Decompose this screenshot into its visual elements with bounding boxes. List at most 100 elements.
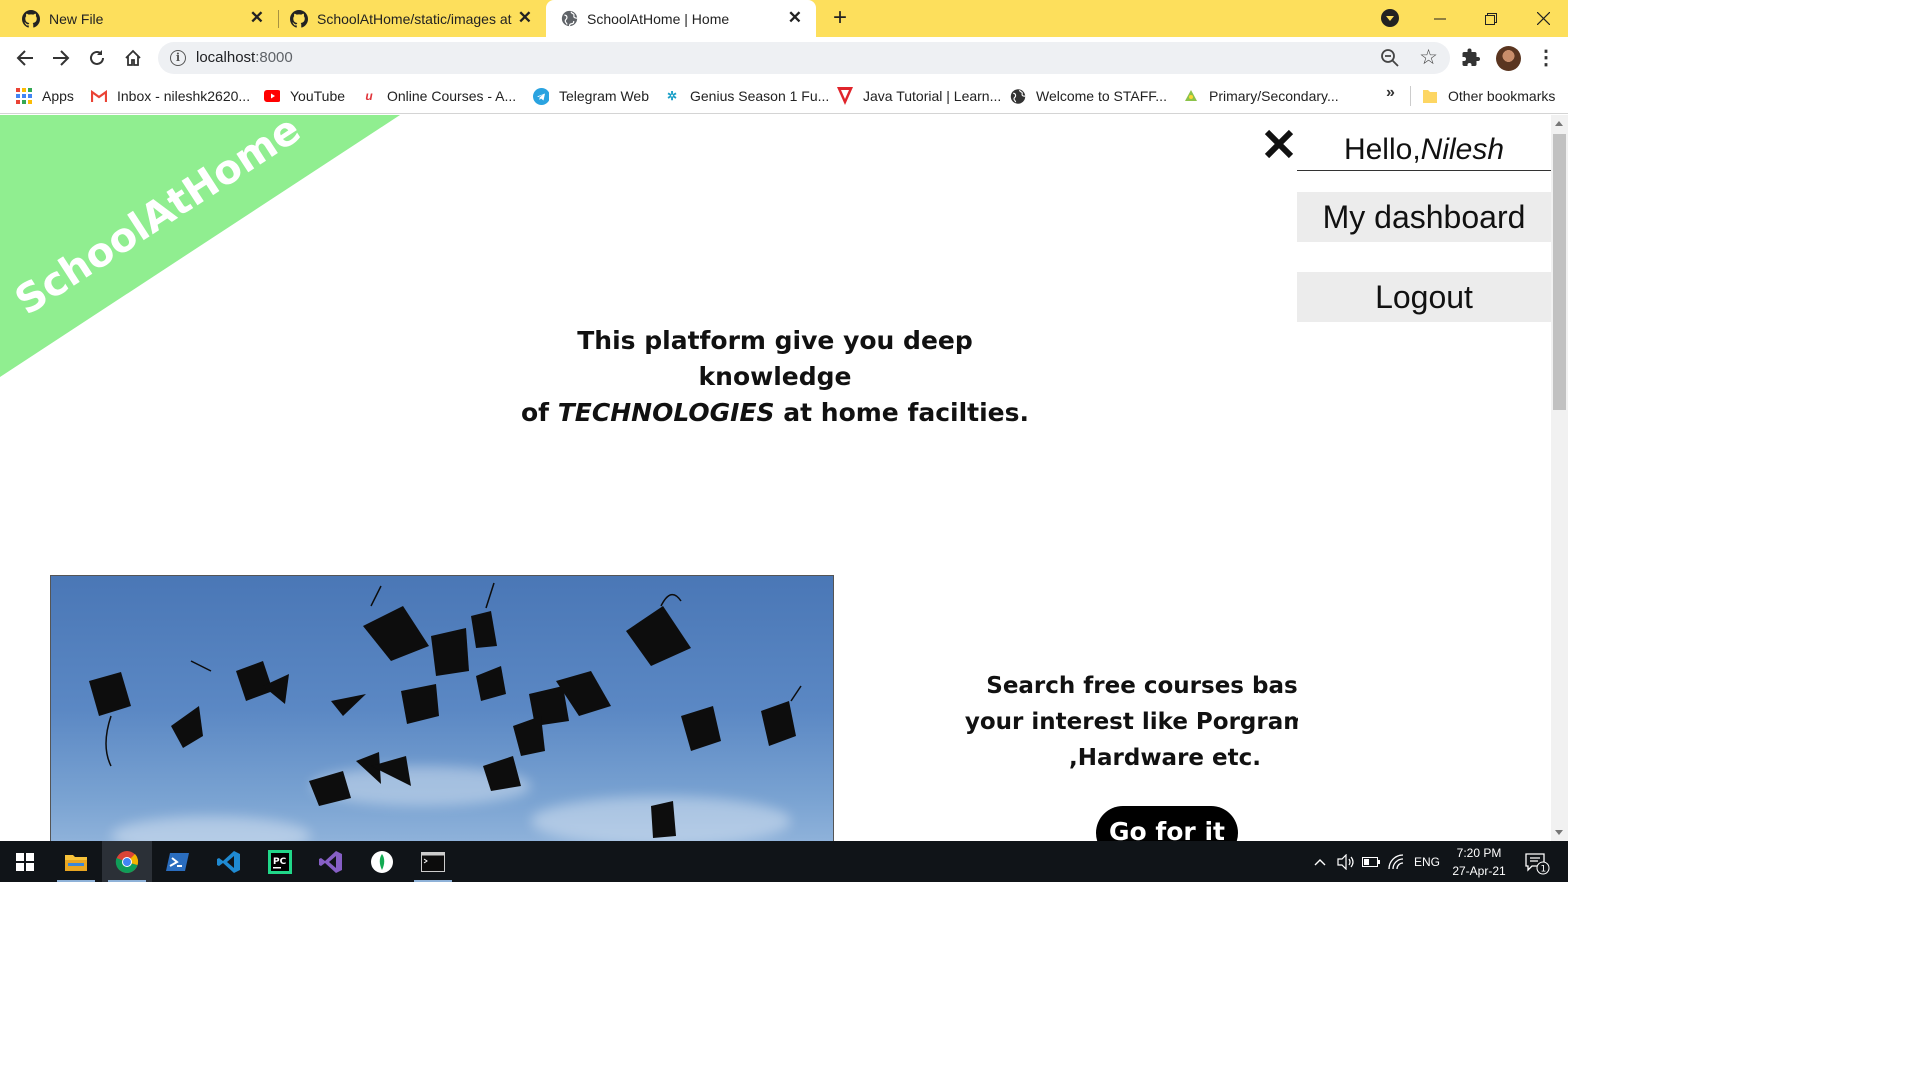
promo-line-2: your interest like Porgrami	[964, 709, 1298, 735]
profile-avatar[interactable]	[1496, 46, 1521, 71]
url-port: :8000	[255, 49, 293, 66]
notification-count: 1	[1541, 864, 1547, 874]
bookmark-online-courses[interactable]: u Online Courses - A...	[361, 85, 516, 107]
language-indicator[interactable]: ENG	[1414, 841, 1440, 882]
scroll-up-arrow-icon[interactable]	[1555, 121, 1563, 126]
tab-close-icon[interactable]: ✕	[788, 9, 802, 27]
bookmark-telegram[interactable]: Telegram Web	[533, 85, 649, 107]
close-menu-icon[interactable]	[1262, 127, 1296, 161]
mongodb-compass-icon[interactable]	[357, 841, 407, 882]
tagline-rest: at home facilties.	[783, 398, 1030, 427]
tab-schoolathome-images[interactable]: SchoolAtHome/static/images at m ✕	[268, 0, 546, 37]
tagline-of: of	[520, 398, 550, 427]
address-bar[interactable]: i localhost:8000 ☆	[158, 42, 1450, 74]
hero-tagline: This platform give you deep knowledge of…	[520, 323, 1030, 431]
volume-icon[interactable]	[1337, 841, 1355, 882]
bookmark-label: Other bookmarks	[1448, 88, 1556, 104]
tab-new-file[interactable]: New File ✕	[0, 0, 278, 37]
minimize-icon[interactable]	[1416, 0, 1464, 37]
notification-center-icon[interactable]: 1	[1524, 841, 1550, 882]
bookmark-icon	[1183, 88, 1199, 104]
bookmark-label: Online Courses - A...	[387, 88, 517, 104]
browser-tab-strip: New File ✕ SchoolAtHome/static/images at…	[0, 0, 1568, 37]
scrollbar-thumb[interactable]	[1553, 134, 1566, 410]
tab-close-icon[interactable]: ✕	[250, 9, 264, 27]
chrome-icon[interactable]	[102, 841, 152, 882]
file-explorer-icon[interactable]	[51, 841, 101, 882]
url-text[interactable]: localhost:8000	[196, 49, 293, 66]
globe-icon	[560, 10, 578, 28]
extensions-icon[interactable]	[1461, 48, 1481, 73]
powershell-icon[interactable]	[153, 841, 203, 882]
more-bookmarks-button[interactable]: »	[1386, 84, 1395, 102]
terminal-icon[interactable]	[408, 841, 458, 882]
bookmark-label: Primary/Secondary...	[1209, 88, 1339, 104]
javatpoint-icon	[837, 87, 853, 105]
tab-close-icon[interactable]: ✕	[518, 9, 532, 27]
show-hidden-icons-icon[interactable]	[1314, 841, 1326, 882]
user-greeting: Hello,Nilesh	[1297, 133, 1551, 171]
close-window-icon[interactable]	[1519, 0, 1567, 37]
bookmark-apps[interactable]: Apps	[16, 85, 74, 107]
brand-ribbon: SchoolAtHome	[0, 115, 400, 377]
tagline-line-1: This platform give you deep knowledge	[577, 326, 973, 391]
go-for-it-button[interactable]: Go for it	[1096, 806, 1238, 841]
windows-start-icon[interactable]	[0, 841, 50, 882]
bookmark-genius[interactable]: ✲ Genius Season 1 Fu...	[664, 85, 829, 107]
bookmark-java-tutorial[interactable]: Java Tutorial | Learn...	[837, 85, 1001, 107]
visual-studio-icon[interactable]	[306, 841, 356, 882]
url-host: localhost	[196, 49, 256, 66]
bookmark-primary-secondary[interactable]: Primary/Secondary...	[1183, 85, 1339, 107]
github-icon	[290, 9, 308, 28]
home-icon[interactable]	[120, 45, 146, 71]
tab-title: New File	[49, 10, 104, 27]
wifi-icon[interactable]	[1388, 841, 1406, 882]
course-search-promo: Search free courses based your interest …	[948, 668, 1298, 778]
bookmark-welcome-staff[interactable]: Welcome to STAFF...	[1010, 85, 1167, 107]
bookmark-star-icon[interactable]: ☆	[1419, 45, 1438, 70]
reload-icon[interactable]	[84, 45, 110, 71]
globe-icon	[1010, 88, 1026, 104]
forward-icon[interactable]	[48, 45, 74, 71]
windows-taskbar: PC ENG 7:20 PM 27-Apr-21 1	[0, 841, 1568, 882]
tagline-emphasis: TECHNOLOGIES	[557, 398, 775, 427]
bookmark-label: YouTube	[290, 88, 346, 104]
tagline-line-2: of TECHNOLOGIES at home facilties.	[520, 395, 1030, 431]
site-info-icon[interactable]: i	[170, 50, 186, 66]
back-icon[interactable]	[12, 45, 38, 71]
battery-icon[interactable]	[1362, 841, 1380, 882]
svg-text:PC: PC	[273, 857, 287, 867]
bookmark-inbox[interactable]: Inbox - nileshk2620...	[91, 85, 250, 107]
browser-toolbar: i localhost:8000 ☆ ⋮	[0, 37, 1568, 79]
bookmarks-divider	[1410, 86, 1411, 106]
clock-time: 7:20 PM	[1456, 846, 1502, 860]
page-scrollbar[interactable]	[1551, 115, 1568, 841]
tab-title: SchoolAtHome/static/images at m	[317, 10, 512, 27]
bookmark-label: Welcome to STAFF...	[1036, 88, 1167, 104]
udemy-icon: u	[365, 89, 373, 103]
tab-search-icon[interactable]	[1381, 9, 1399, 27]
github-icon	[22, 9, 40, 28]
my-dashboard-button[interactable]: My dashboard	[1297, 192, 1551, 242]
vscode-icon[interactable]	[204, 841, 254, 882]
bookmarks-bar: Apps Inbox - nileshk2620... YouTube u On…	[0, 79, 1568, 114]
bookmark-label: Java Tutorial | Learn...	[863, 88, 1002, 104]
bookmark-youtube[interactable]: YouTube	[264, 85, 345, 107]
new-tab-button[interactable]: +	[828, 5, 852, 31]
chrome-menu-icon[interactable]: ⋮	[1536, 45, 1556, 70]
zoom-icon[interactable]	[1380, 48, 1400, 68]
bookmark-other-bookmarks[interactable]: Other bookmarks	[1422, 85, 1555, 107]
system-clock[interactable]: 7:20 PM 27-Apr-21	[1446, 844, 1512, 880]
tab-schoolathome-home[interactable]: SchoolAtHome | Home ✕	[546, 0, 816, 37]
bookmark-label: Genius Season 1 Fu...	[690, 88, 830, 104]
logout-button[interactable]: Logout	[1297, 272, 1551, 322]
genius-icon: ✲	[666, 89, 678, 103]
clock-date: 27-Apr-21	[1452, 864, 1506, 878]
promo-line-3: ,Hardware etc.	[1069, 745, 1261, 771]
pycharm-icon[interactable]: PC	[255, 841, 305, 882]
bookmark-label: Apps	[42, 88, 74, 104]
graduation-caps-image	[50, 575, 834, 841]
scroll-down-arrow-icon[interactable]	[1555, 830, 1563, 835]
telegram-icon	[533, 87, 549, 105]
restore-icon[interactable]	[1467, 0, 1515, 37]
